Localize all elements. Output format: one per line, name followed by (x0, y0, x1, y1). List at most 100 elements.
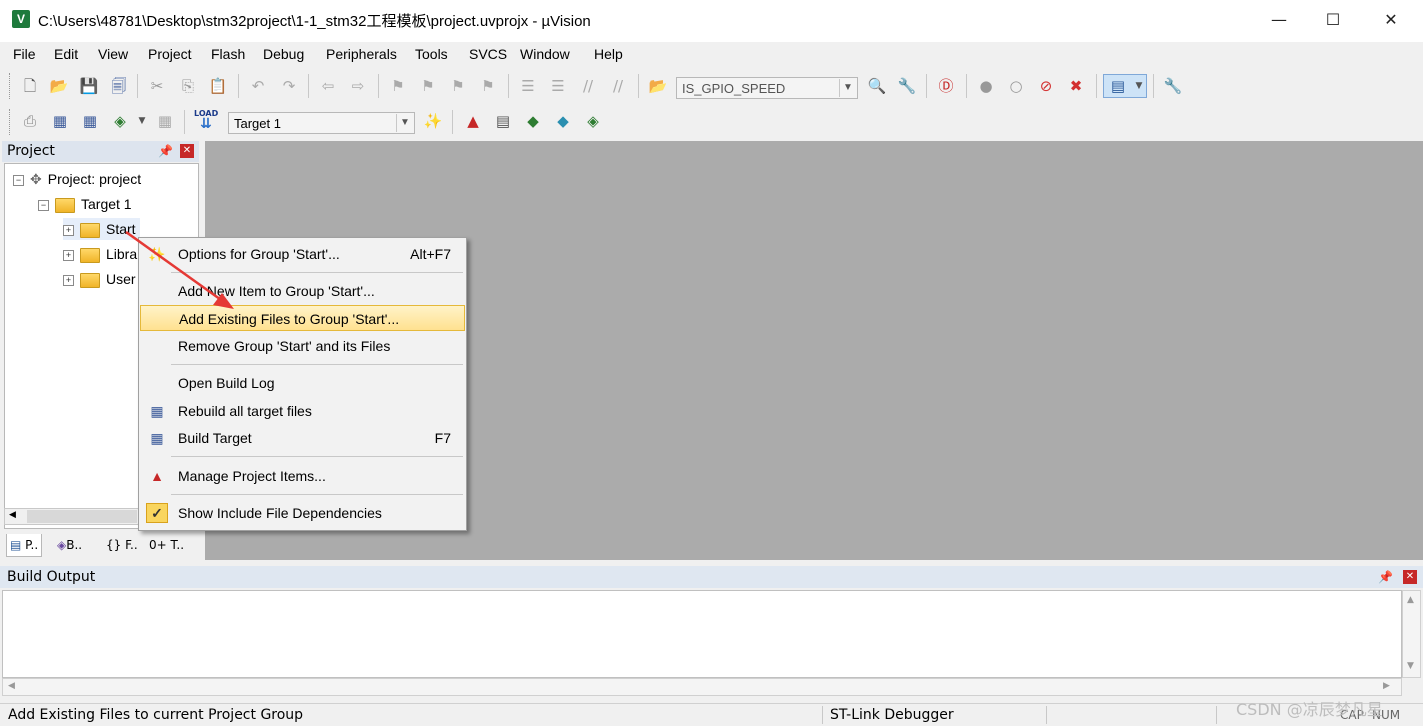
maximize-button[interactable]: ☐ (1310, 4, 1356, 36)
menu-window[interactable]: Window (520, 46, 570, 62)
chevron-down-icon[interactable]: ▼ (132, 111, 152, 131)
tab-templates[interactable]: 0+ T.. (146, 534, 187, 556)
save-all-icon[interactable]: 🗐 (109, 76, 129, 96)
menu-item-manage-project-items[interactable]: ▲ Manage Project Items... (140, 463, 465, 489)
find-in-files-icon[interactable]: 📂 (648, 76, 668, 96)
open-folder-icon[interactable]: 📂 (49, 76, 69, 96)
download-icon[interactable]: LOAD ⇊ (194, 109, 218, 133)
bookmark-next-icon[interactable]: ⚑ (448, 76, 468, 96)
project-tab-icon: ▤ (10, 538, 22, 552)
menu-item-show-include-deps[interactable]: ✓ Show Include File Dependencies (140, 500, 465, 526)
bookmark-previous-icon[interactable]: ⚑ (418, 76, 438, 96)
indent-icon[interactable]: ☰ (518, 76, 538, 96)
manage-rte-icon[interactable]: ◆ (523, 111, 543, 131)
incremental-find-icon[interactable]: 🔧 (897, 76, 917, 96)
tree-group-user[interactable]: + User (63, 268, 136, 290)
scroll-right-icon[interactable]: ▶ (1383, 681, 1390, 691)
find-combo[interactable]: IS_GPIO_SPEED ▼ (676, 77, 858, 99)
pack-installer-icon[interactable]: ◆ (553, 111, 573, 131)
pin-icon[interactable]: 📌 (1378, 566, 1393, 588)
navigate-forward-icon[interactable]: ⇨ (348, 76, 368, 96)
scroll-left-icon[interactable]: ◀ (8, 681, 15, 691)
menu-debug[interactable]: Debug (263, 46, 304, 62)
close-pane-icon[interactable]: ✕ (1403, 570, 1417, 584)
menu-item-options-for-group[interactable]: ✨ Options for Group 'Start'... Alt+F7 (140, 241, 465, 267)
minimize-button[interactable]: — (1256, 4, 1302, 36)
tree-group-library[interactable]: + Libra (63, 243, 137, 265)
toolbar-grip[interactable] (9, 109, 13, 135)
options-for-target-icon[interactable]: ✨ (423, 111, 443, 131)
uncomment-icon[interactable]: // (608, 76, 628, 96)
menu-svcs[interactable]: SVCS (469, 46, 507, 62)
scroll-down-icon[interactable]: ▼ (1407, 661, 1414, 671)
menu-item-build-target[interactable]: ▦ Build Target F7 (140, 425, 465, 451)
tab-project[interactable]: ▤ P.. (6, 534, 43, 557)
stop-build-icon[interactable]: ▦ (155, 111, 175, 131)
bookmark-clear-icon[interactable]: ⚑ (478, 76, 498, 96)
close-window-button[interactable]: ✕ (1368, 4, 1414, 36)
toolbar-grip[interactable] (9, 73, 13, 99)
menu-edit[interactable]: Edit (54, 46, 78, 62)
menu-item-rebuild-all[interactable]: ▦ Rebuild all target files (140, 398, 465, 424)
collapse-icon[interactable]: − (13, 174, 24, 186)
select-packs-icon[interactable]: ▤ (493, 111, 513, 131)
build-output-horizontal-scrollbar[interactable]: ◀ ▶ (2, 678, 1402, 696)
build-icon[interactable]: ▦ (50, 111, 70, 131)
target-select[interactable]: Target 1 ▼ (228, 112, 415, 134)
tree-target[interactable]: − Target 1 (38, 193, 132, 215)
translate-icon[interactable]: ⎙ (20, 111, 40, 131)
paste-icon[interactable]: 📋 (208, 76, 228, 96)
uvision-app-icon[interactable]: V (12, 10, 30, 28)
menu-tools[interactable]: Tools (415, 46, 448, 62)
tree-root[interactable]: − ✥ Project: project (13, 168, 141, 190)
copy-icon[interactable]: ⎘ (178, 76, 198, 96)
chevron-down-icon[interactable]: ▼ (839, 79, 856, 97)
window-layout-button[interactable]: ▤ ▼ (1103, 74, 1147, 98)
menu-view[interactable]: View (98, 46, 128, 62)
menu-project[interactable]: Project (148, 46, 192, 62)
disable-breakpoints-icon[interactable]: ⊘ (1036, 76, 1056, 96)
tab-books[interactable]: ◈B.. (54, 534, 85, 556)
enable-breakpoint-icon[interactable]: ○ (1006, 76, 1026, 96)
new-file-icon[interactable]: 🗋 (20, 76, 40, 96)
menu-item-remove-group[interactable]: Remove Group 'Start' and its Files (140, 333, 465, 359)
chevron-down-icon[interactable]: ▼ (396, 114, 413, 132)
scroll-up-icon[interactable]: ▲ (1407, 595, 1414, 605)
navigate-back-icon[interactable]: ⇦ (318, 76, 338, 96)
expand-icon[interactable]: + (63, 274, 74, 286)
collapse-icon[interactable]: − (38, 199, 49, 211)
scrollbar-thumb[interactable] (27, 510, 137, 523)
expand-icon[interactable]: + (63, 224, 74, 236)
manage-project-items-icon[interactable]: ▲ (463, 111, 483, 131)
save-icon[interactable]: 💾 (79, 76, 99, 96)
bookmark-toggle-icon[interactable]: ⚑ (388, 76, 408, 96)
menu-peripherals[interactable]: Peripherals (326, 46, 397, 62)
kill-breakpoints-icon[interactable]: ✖ (1066, 76, 1086, 96)
menu-file[interactable]: File (13, 46, 36, 62)
build-output-text[interactable] (2, 590, 1402, 678)
close-pane-icon[interactable]: ✕ (180, 144, 194, 158)
undo-icon[interactable]: ↶ (248, 76, 268, 96)
pin-icon[interactable]: 📌 (158, 141, 173, 162)
cut-icon[interactable]: ✂ (147, 76, 167, 96)
menu-item-add-new-item[interactable]: Add New Item to Group 'Start'... (140, 278, 465, 304)
rebuild-icon[interactable]: ▦ (80, 111, 100, 131)
redo-icon[interactable]: ↷ (279, 76, 299, 96)
find-icon[interactable]: 🔍 (867, 76, 887, 96)
build-output-vertical-scrollbar[interactable]: ▲ ▼ (1402, 590, 1421, 678)
expand-icon[interactable]: + (63, 249, 74, 261)
menu-help[interactable]: Help (594, 46, 623, 62)
tab-functions[interactable]: {} F.. (103, 534, 141, 556)
software-packs-icon[interactable]: ◈ (583, 111, 603, 131)
batch-build-icon[interactable]: ◈ (110, 111, 130, 131)
unindent-icon[interactable]: ☰ (548, 76, 568, 96)
insert-breakpoint-icon[interactable]: ● (976, 76, 996, 96)
comment-icon[interactable]: // (578, 76, 598, 96)
scroll-left-icon[interactable]: ◀ (9, 510, 16, 520)
menu-item-add-existing-files[interactable]: Add Existing Files to Group 'Start'... (140, 305, 465, 331)
configure-icon[interactable]: 🔧 (1163, 76, 1183, 96)
menu-item-open-build-log[interactable]: Open Build Log (140, 370, 465, 396)
menu-flash[interactable]: Flash (211, 46, 245, 62)
start-debug-icon[interactable]: Ⓓ (936, 76, 956, 96)
tree-group-start[interactable]: + Start (63, 218, 140, 240)
